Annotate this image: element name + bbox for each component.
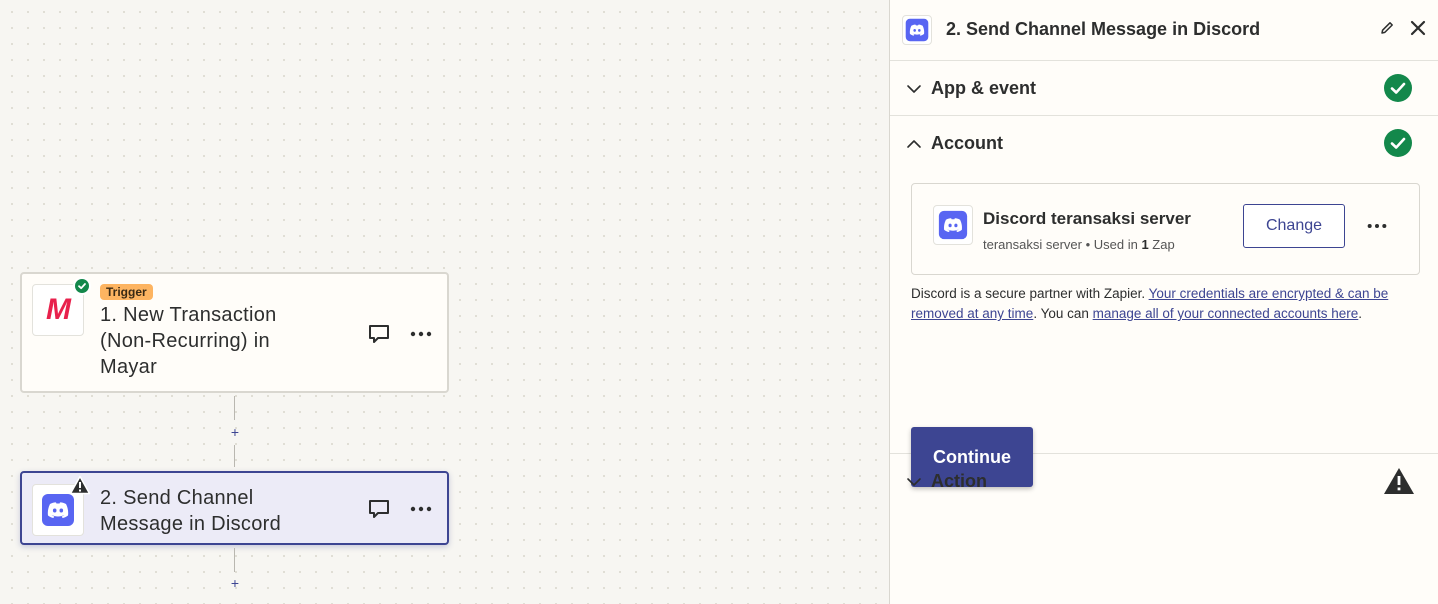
chevron-up-icon (907, 140, 921, 148)
comment-icon[interactable] (367, 322, 391, 346)
step-connector (234, 548, 235, 572)
partner-text-2: . You can (1033, 306, 1093, 321)
more-icon[interactable] (409, 497, 433, 521)
step-editor-panel: 2. Send Channel Message in Discord App &… (889, 0, 1438, 604)
discord-icon (933, 205, 973, 245)
comment-icon[interactable] (367, 497, 391, 521)
check-icon (1384, 74, 1412, 107)
section-app-event-label: App & event (931, 78, 1037, 98)
mayar-logo-letter: M (46, 293, 71, 326)
manage-accounts-link[interactable]: manage all of your connected accounts he… (1093, 306, 1359, 321)
action-step-actions (367, 497, 433, 521)
partner-security-note: Discord is a secure partner with Zapier.… (911, 284, 1423, 324)
step-connector (234, 445, 235, 467)
section-action-label: Action (931, 471, 987, 491)
add-step-button[interactable]: + (229, 425, 241, 439)
warning-icon (1382, 466, 1416, 501)
account-details-prefix: teransaksi server • Used in (983, 237, 1142, 252)
partner-text-3: . (1358, 306, 1363, 321)
panel-header: 2. Send Channel Message in Discord (890, 0, 1438, 61)
section-account-label: Account (931, 133, 1003, 153)
action-step-card[interactable]: 2. Send Channel Message in Discord (20, 471, 449, 545)
action-step-title: 2. Send Channel Message in Discord (100, 487, 282, 535)
account-section-body: Discord teransaksi server teransaksi ser… (890, 171, 1438, 487)
account-details-suffix: Zap (1148, 237, 1175, 252)
trigger-step-card[interactable]: M Trigger 1. New Transaction (Non-Recurr… (20, 272, 449, 393)
edit-icon[interactable] (1379, 20, 1395, 41)
step-connector (234, 396, 235, 420)
chevron-down-icon (907, 478, 921, 486)
mayar-logo: M (46, 293, 71, 327)
account-details: teransaksi server • Used in 1 Zap (983, 237, 1175, 252)
section-app-event[interactable]: App & event (890, 61, 1438, 116)
close-icon[interactable] (1409, 19, 1427, 42)
more-icon[interactable] (409, 322, 433, 346)
trigger-step-body: Trigger 1. New Transaction (Non-Recurrin… (100, 283, 330, 380)
trigger-badge: Trigger (100, 284, 153, 300)
check-icon (73, 277, 91, 295)
section-account[interactable]: Account (890, 116, 1438, 171)
more-icon[interactable] (1365, 214, 1389, 238)
chevron-down-icon (907, 85, 921, 93)
trigger-step-actions (367, 322, 433, 346)
discord-icon (902, 15, 932, 45)
action-step-body: 2. Send Channel Message in Discord (100, 485, 330, 537)
panel-title: 2. Send Channel Message in Discord (946, 19, 1261, 39)
warning-icon (69, 475, 91, 500)
zap-editor-canvas[interactable]: M Trigger 1. New Transaction (Non-Recurr… (0, 0, 889, 604)
trigger-step-title: 1. New Transaction (Non-Recurring) in Ma… (100, 304, 277, 378)
change-account-button[interactable]: Change (1243, 204, 1345, 248)
check-icon (1384, 129, 1412, 162)
connected-account-card: Discord teransaksi server teransaksi ser… (911, 183, 1420, 275)
account-name: Discord teransaksi server (983, 209, 1191, 228)
partner-text-1: Discord is a secure partner with Zapier. (911, 286, 1149, 301)
account-zap-count: 1 (1141, 237, 1149, 252)
section-action[interactable]: Action (890, 454, 1438, 509)
add-step-button[interactable]: + (229, 576, 241, 590)
mayar-app-tile: M (32, 277, 91, 336)
discord-app-tile (32, 475, 91, 536)
